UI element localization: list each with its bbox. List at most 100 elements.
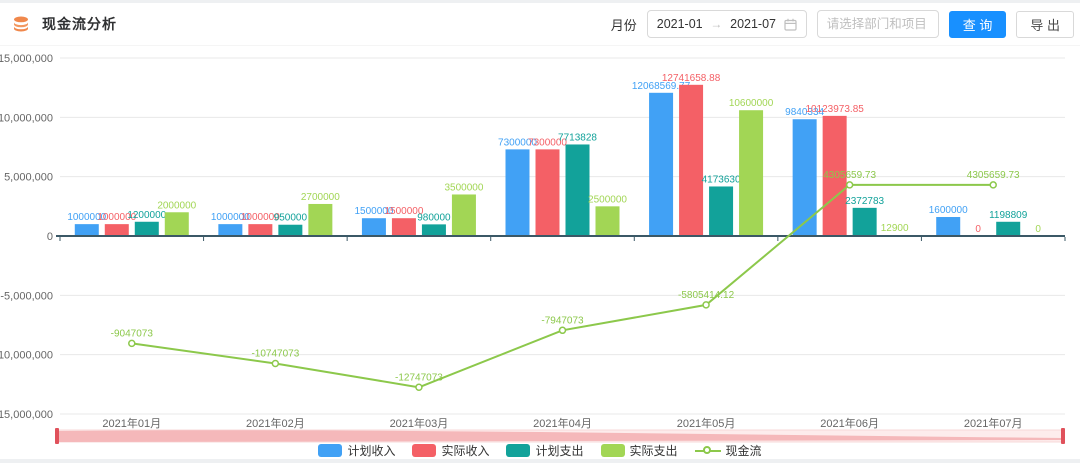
bar-value-label: 2000000: [157, 200, 196, 211]
bar-实际收入[interactable]: [679, 85, 703, 236]
department-project-input[interactable]: [817, 10, 939, 38]
legend-label: 实际收入: [441, 442, 489, 459]
bar-计划支出[interactable]: [996, 222, 1020, 236]
legend-label: 计划支出: [535, 442, 583, 459]
cashflow-chart: 15,000,000 10,000,000 5,000,000 0 -5,000,000…: [0, 46, 1080, 460]
bar-计划支出[interactable]: [566, 144, 590, 236]
date-end[interactable]: 2021-07: [730, 17, 776, 31]
calendar-icon: [784, 18, 797, 31]
coins-icon: [12, 16, 30, 32]
bar-value-label: 0: [975, 224, 981, 235]
bar-计划支出[interactable]: [709, 186, 733, 236]
page-title: 现金流分析: [42, 14, 117, 34]
x-axis-label: 2021年06月: [820, 416, 879, 430]
title-wrap: 现金流分析: [12, 14, 117, 34]
bar-value-label: 2372783: [845, 196, 884, 207]
bar-计划支出[interactable]: [422, 224, 446, 236]
legend-swatch: [412, 444, 436, 457]
cashflow-line-point[interactable]: [990, 182, 996, 188]
x-axis-label: 2021年01月: [102, 416, 161, 430]
bar-计划收入[interactable]: [793, 119, 817, 236]
bar-实际收入[interactable]: [392, 218, 416, 236]
date-arrow-icon: →: [710, 17, 722, 31]
line-value-label: 4305659.73: [967, 170, 1020, 181]
bar-value-label: 0: [1035, 224, 1041, 235]
legend-item-actual-income[interactable]: 实际收入: [412, 442, 489, 459]
bar-计划收入[interactable]: [506, 149, 530, 236]
bar-计划支出[interactable]: [135, 222, 159, 236]
line-legend-icon: [695, 444, 721, 457]
line-value-label: -10747073: [251, 349, 299, 360]
bar-value-label: 3500000: [444, 182, 483, 193]
bar-value-label: 980000: [417, 212, 451, 223]
legend-label: 现金流: [726, 442, 762, 459]
x-axis-label: 2021年07月: [964, 416, 1023, 430]
bar-value-label: 4173630: [702, 174, 741, 185]
bar-实际支出[interactable]: [596, 206, 620, 236]
y-axis-label: 0: [47, 231, 53, 243]
line-value-label: -7947073: [541, 315, 584, 326]
y-axis-label: -15,000,000: [0, 409, 53, 421]
legend-item-cashflow[interactable]: 现金流: [695, 442, 762, 459]
y-axis-label: -5,000,000: [0, 290, 53, 302]
x-axis-label: 2021年03月: [390, 416, 449, 430]
bar-value-label: 1198809: [989, 210, 1028, 221]
bar-value-label: 12741658.88: [662, 73, 721, 84]
bar-value-label: 7713828: [558, 132, 597, 143]
bar-实际支出[interactable]: [452, 194, 476, 236]
line-value-label: -12747073: [395, 372, 443, 383]
y-axis-label: -10,000,000: [0, 350, 53, 362]
cashflow-line-point[interactable]: [272, 361, 278, 367]
date-start[interactable]: 2021-01: [657, 17, 703, 31]
bar-value-label: 1600000: [929, 205, 968, 216]
date-range-picker[interactable]: 2021-01 → 2021-07: [647, 10, 807, 38]
bar-计划收入[interactable]: [936, 217, 960, 236]
bar-value-label: 2700000: [301, 192, 340, 203]
cashflow-analysis-page: 现金流分析 月份 2021-01 → 2021-07 查 询: [0, 0, 1080, 463]
bar-实际支出[interactable]: [739, 110, 763, 236]
bottom-strip: [0, 459, 1080, 463]
bar-value-label: 2500000: [588, 194, 627, 205]
y-axis-label: 5,000,000: [4, 172, 53, 184]
bar-实际支出[interactable]: [165, 212, 189, 236]
legend-item-planned-income[interactable]: 计划收入: [318, 442, 395, 459]
bar-实际支出[interactable]: [308, 204, 332, 236]
bar-计划支出[interactable]: [853, 208, 877, 236]
bar-计划收入[interactable]: [362, 218, 386, 236]
query-button[interactable]: 查 询: [949, 11, 1007, 38]
bar-value-label: 950000: [274, 213, 308, 224]
bar-value-label: 10600000: [729, 98, 774, 109]
legend-swatch: [601, 444, 625, 457]
bar-value-label: 12900: [881, 223, 909, 234]
legend-item-actual-expense[interactable]: 实际支出: [601, 442, 678, 459]
cashflow-line-point[interactable]: [560, 327, 566, 333]
cashflow-line-point[interactable]: [703, 302, 709, 308]
x-axis-label: 2021年05月: [677, 416, 736, 430]
legend-label: 计划收入: [347, 442, 395, 459]
cashflow-line-point[interactable]: [847, 182, 853, 188]
chart-legend: 计划收入 实际收入 计划支出 实际支出 现金流: [0, 442, 1080, 458]
line-value-label: 4305659.73: [823, 170, 876, 181]
legend-label: 实际支出: [630, 442, 678, 459]
bar-实际收入[interactable]: [248, 224, 272, 236]
bar-计划收入[interactable]: [218, 224, 242, 236]
legend-swatch: [506, 444, 530, 457]
header-toolbar: 现金流分析 月份 2021-01 → 2021-07 查 询: [0, 3, 1080, 46]
y-axis-label: 10,000,000: [0, 112, 53, 124]
bar-计划收入[interactable]: [75, 224, 99, 236]
line-value-label: -9047073: [111, 328, 154, 339]
cashflow-line-point[interactable]: [129, 340, 135, 346]
bar-实际收入[interactable]: [536, 149, 560, 236]
y-axis-label: 15,000,000: [0, 53, 53, 65]
filter-controls: 月份 2021-01 → 2021-07 查 询 导 出: [611, 10, 1074, 38]
legend-item-planned-expense[interactable]: 计划支出: [506, 442, 583, 459]
bar-value-label: 10123973.85: [805, 104, 864, 115]
legend-swatch: [318, 444, 342, 457]
export-button[interactable]: 导 出: [1016, 11, 1074, 38]
bar-实际收入[interactable]: [105, 224, 129, 236]
cashflow-line-point[interactable]: [416, 384, 422, 390]
bar-计划支出[interactable]: [278, 225, 302, 236]
bar-计划收入[interactable]: [649, 93, 673, 236]
line-value-label: -5805414.12: [678, 290, 735, 301]
month-label: 月份: [611, 15, 637, 34]
